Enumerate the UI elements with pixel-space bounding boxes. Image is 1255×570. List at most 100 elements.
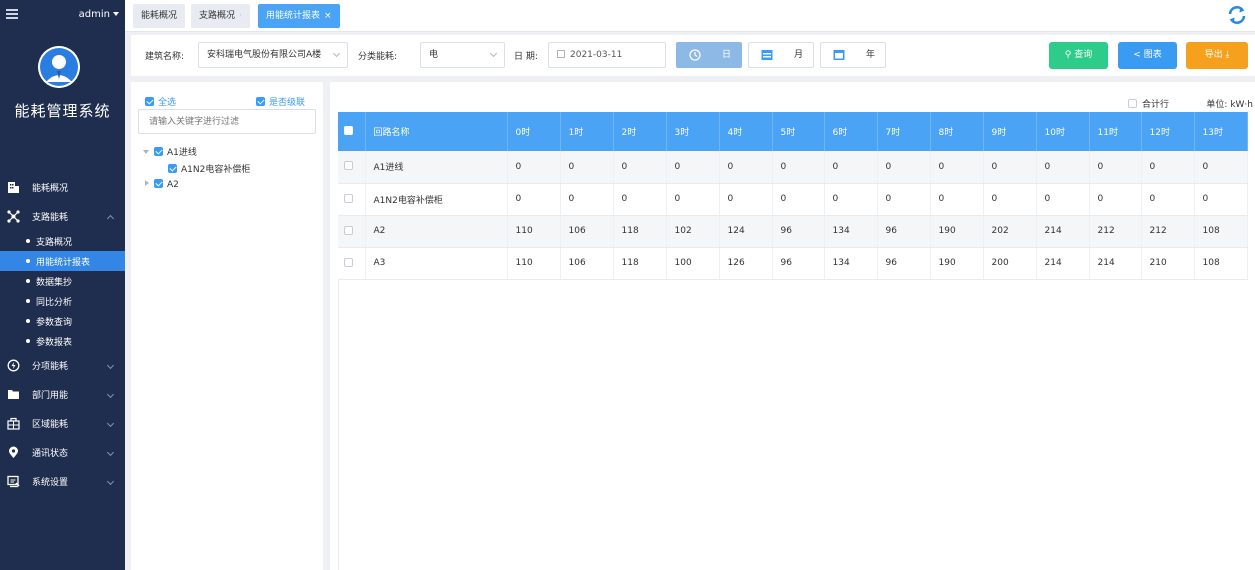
tab-label: 用能统计报表 (266, 11, 321, 21)
chevron-down-icon (332, 49, 341, 58)
subnav-param-report[interactable]: 参数报表 (0, 331, 125, 351)
value-cell: 0 (1194, 151, 1248, 184)
subnav-data-collect[interactable]: 数据集抄 (0, 271, 125, 291)
subnav-param-query[interactable]: 参数查询 (0, 311, 125, 331)
value-cell: 0 (507, 151, 561, 184)
category-label: 分类能耗: (358, 52, 398, 62)
total-row-checkbox[interactable]: 合计行 (1128, 97, 1169, 110)
nav-label: 系统设置 (32, 478, 69, 488)
menu-toggle-icon[interactable] (6, 9, 18, 19)
table-header-row: 回路名称 0时 1时 2时 3时 4时 5时 6时 7时 8时 9时 10时 1… (338, 112, 1248, 151)
tree-node-label: A2 (167, 180, 179, 190)
date-picker[interactable]: 2021-03-11 (548, 42, 666, 68)
tree-node-label: A1进线 (167, 148, 197, 158)
subnav-label: 支路概况 (36, 237, 73, 248)
column-header: 9时 (983, 112, 1037, 151)
chevron-down-icon (106, 477, 115, 486)
nav-region-energy[interactable]: 区域能耗 (0, 409, 125, 438)
caret-right-icon[interactable] (145, 180, 149, 186)
row-checkbox[interactable] (338, 215, 366, 248)
chevron-down-icon (106, 419, 115, 428)
tab-bar: 能耗概况 支路概况 · 用能统计报表 × (125, 0, 1255, 32)
checkbox-icon[interactable] (168, 164, 177, 173)
location-icon (7, 446, 20, 459)
avatar (38, 46, 80, 88)
value-cell: 134 (824, 215, 878, 248)
category-select[interactable]: 电 (420, 42, 505, 68)
building-select[interactable]: 安科瑞电气股份有限公司A楼 (198, 42, 348, 68)
nav-comm-status[interactable]: 通讯状态 (0, 438, 125, 467)
caret-down-icon[interactable] (143, 150, 149, 154)
checkbox-icon (344, 225, 353, 235)
circuit-name-cell: A1N2电容补偿柜 (365, 183, 508, 216)
table-row[interactable]: A1进线 0 0 0 0 0 0 0 0 0 0 0 0 0 0 (338, 151, 1248, 184)
tab-energy-overview[interactable]: 能耗概况 (133, 4, 186, 28)
table-row[interactable]: A3 110 106 118 100 126 96 134 96 190 200 214 214 210 1… (338, 247, 1248, 280)
subnav-label: 数据集抄 (36, 277, 73, 288)
checkbox-icon (145, 97, 154, 106)
value-cell: 0 (824, 151, 878, 184)
period-month-button[interactable]: 月 (748, 42, 814, 68)
tree-panel: 全选 是否级联 A1进线 A1N2电容补偿柜 A2 (131, 82, 323, 570)
value-cell: 0 (560, 151, 614, 184)
export-button[interactable]: 导出 ⤓ (1186, 42, 1248, 69)
row-checkbox[interactable] (338, 247, 366, 280)
row-checkbox[interactable] (338, 151, 366, 184)
value-cell: 0 (666, 183, 720, 216)
value-cell: 126 (719, 247, 773, 280)
value-cell: 0 (1141, 151, 1195, 184)
query-button[interactable]: ⚲ 查询 (1049, 42, 1108, 69)
value-cell: 106 (560, 247, 614, 280)
value-cell: 108 (1194, 215, 1248, 248)
nav-branch-energy[interactable]: 支路能耗 (0, 202, 125, 231)
tree-filter-input[interactable] (138, 109, 316, 134)
value-cell: 0 (983, 151, 1037, 184)
tab-energy-report[interactable]: 用能统计报表 × (258, 4, 340, 28)
user-menu[interactable]: admin (79, 9, 119, 20)
tree-node[interactable]: A1进线 (143, 145, 197, 158)
period-year-button[interactable]: 年 (820, 42, 886, 68)
tree-node[interactable]: A2 (145, 179, 179, 190)
cascade-checkbox[interactable]: 是否级联 (256, 95, 305, 108)
table-row[interactable]: A1N2电容补偿柜 0 0 0 0 0 0 0 0 0 0 0 0 0 0 (338, 183, 1248, 216)
nav-label: 通讯状态 (32, 449, 69, 459)
nav-energy-overview[interactable]: 能耗概况 (0, 173, 125, 202)
value-cell: 0 (930, 151, 984, 184)
column-header: 11时 (1089, 112, 1142, 151)
circuit-name-cell: A1进线 (365, 151, 508, 184)
nav-item-energy[interactable]: 分项能耗 (0, 351, 125, 380)
share-icon: < (1133, 50, 1141, 60)
nav-label: 分项能耗 (32, 362, 69, 372)
select-all-checkbox[interactable]: 全选 (145, 95, 176, 108)
tree-node[interactable]: A1N2电容补偿柜 (168, 162, 250, 175)
tab-branch-overview[interactable]: 支路概况 · (191, 4, 250, 28)
select-all-rows-checkbox[interactable] (338, 112, 366, 151)
checkbox-icon (256, 97, 265, 106)
subnav-branch-overview[interactable]: 支路概况 (0, 231, 125, 251)
column-header: 13时 (1194, 112, 1248, 151)
subnav-energy-report[interactable]: 用能统计报表 (0, 251, 125, 271)
chart-button[interactable]: < 图表 (1118, 42, 1177, 69)
category-value: 电 (429, 50, 439, 60)
close-icon[interactable]: · (239, 11, 242, 21)
checkbox-icon[interactable] (154, 179, 163, 188)
column-header: 7时 (877, 112, 931, 151)
chevron-up-icon (106, 214, 115, 223)
table-row[interactable]: A2 110 106 118 102 124 96 134 96 190 202 214 212 212 1… (338, 215, 1248, 248)
nav-system-settings[interactable]: 系统设置 (0, 467, 125, 496)
checkbox-icon[interactable] (154, 147, 163, 156)
refresh-icon[interactable] (1227, 5, 1247, 25)
column-header: 8时 (930, 112, 984, 151)
column-header: 6时 (824, 112, 878, 151)
row-checkbox[interactable] (338, 183, 366, 216)
total-row-label: 合计行 (1142, 100, 1170, 110)
value-cell: 0 (1141, 183, 1195, 216)
checkbox-icon (1128, 99, 1137, 108)
period-day-button[interactable]: 日 (676, 42, 742, 68)
nav-dept-energy[interactable]: 部门用能 (0, 380, 125, 409)
chevron-down-icon (489, 49, 498, 58)
value-cell: 200 (983, 247, 1037, 280)
subnav-yoy-analysis[interactable]: 同比分析 (0, 291, 125, 311)
close-icon[interactable]: × (324, 11, 332, 21)
tree-node-label: A1N2电容补偿柜 (181, 165, 251, 175)
